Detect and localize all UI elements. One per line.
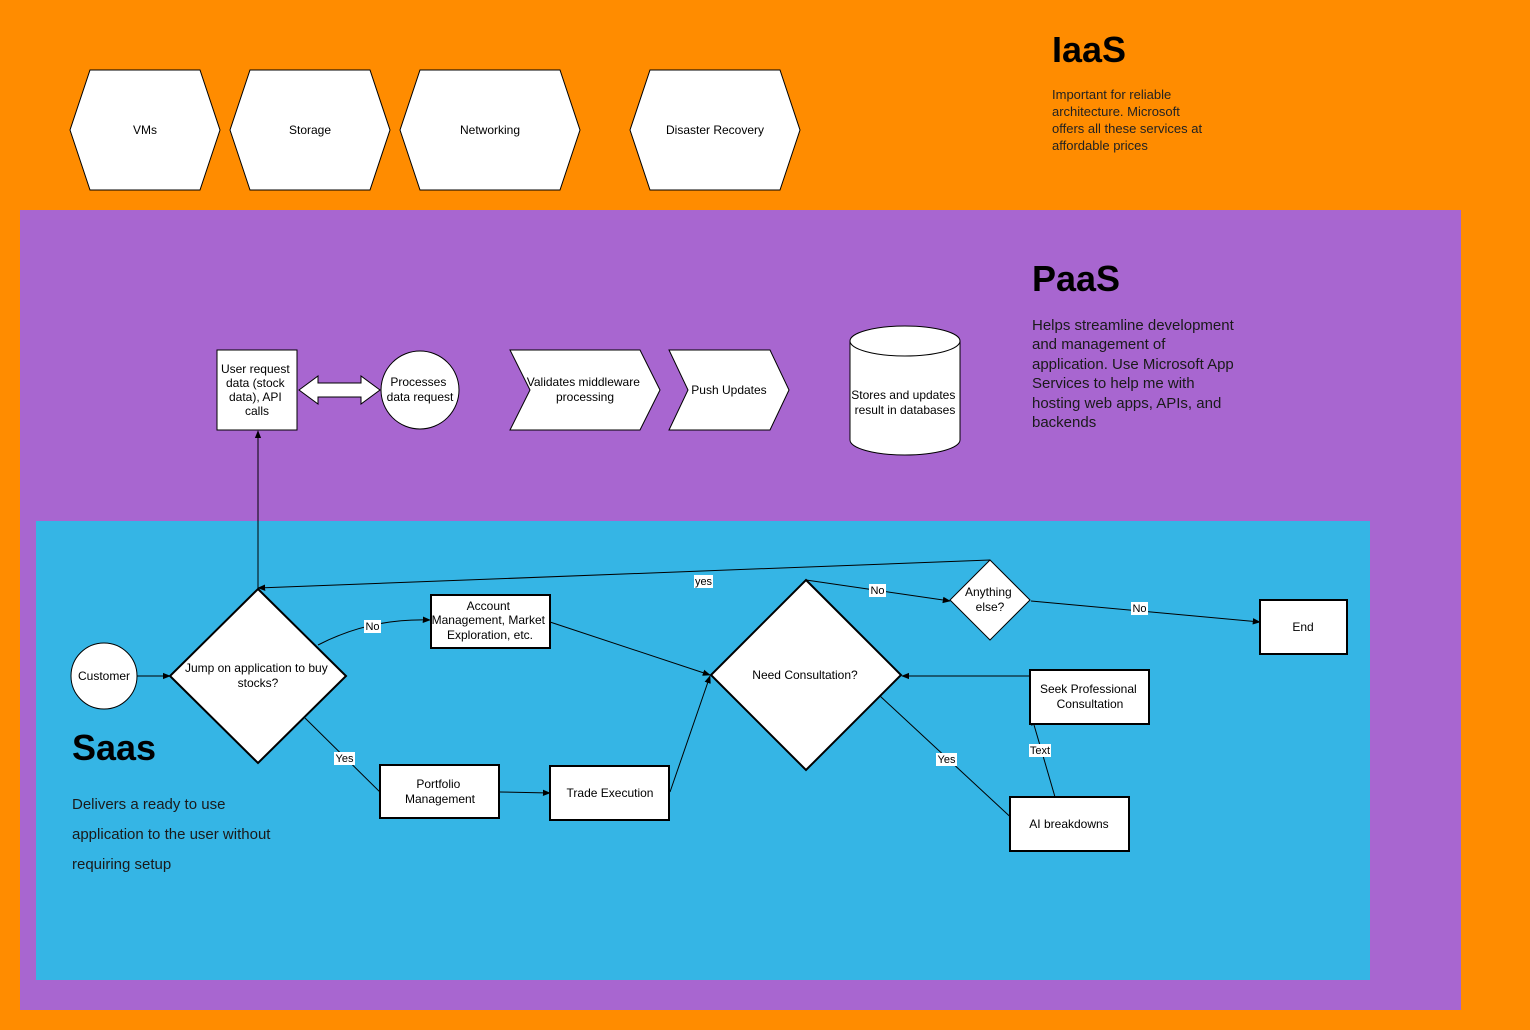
- processes-node[interactable]: Processes data request: [380, 350, 460, 430]
- double-arrow-connector: [298, 375, 381, 405]
- iaas-disaster-recovery-node[interactable]: Disaster Recovery: [629, 69, 801, 191]
- user-request-line-3: data), API: [229, 390, 282, 404]
- seek-professional-node[interactable]: Seek Professional Consultation: [1029, 669, 1150, 725]
- user-request-node[interactable]: User request data (stock data), API call…: [216, 349, 298, 431]
- account-line-3: Exploration, etc.: [447, 628, 533, 642]
- saas-connectors: [137, 430, 1261, 825]
- account-line-1: Account: [467, 599, 511, 613]
- svg-text:Text: Text: [1030, 745, 1050, 757]
- edge-ai-seekpro: [1030, 717, 1056, 798]
- database-node[interactable]: Stores and updates result in databases: [849, 325, 961, 456]
- customer-node[interactable]: Customer: [70, 642, 138, 710]
- validates-node[interactable]: Validates middleware processing: [509, 349, 661, 431]
- svg-text:Yes: Yes: [336, 753, 354, 765]
- edge-label-yes-ai: Yes: [936, 753, 957, 766]
- validates-line-2: processing: [556, 390, 614, 404]
- svg-text:Yes: Yes: [938, 754, 956, 766]
- edge-label-yes-portfolio: Yes: [334, 752, 355, 765]
- svg-text:No: No: [365, 621, 379, 633]
- database-line-1: Stores and updates: [851, 388, 955, 402]
- svg-text:Processes data request: Processes data request: [387, 375, 454, 404]
- svg-text:yes: yes: [695, 576, 713, 588]
- edge-anything-jump: [257, 559, 991, 591]
- diagram-canvas: VMs Storage Networking Disaster Recovery…: [69, 69, 1348, 852]
- processes-line-1: Processes: [390, 375, 446, 389]
- jump-decision-node[interactable]: Jump on application to buy stocks?: [168, 587, 348, 765]
- user-request-line-1: User request: [221, 362, 290, 376]
- end-label: End: [1292, 620, 1313, 634]
- edge-label-text: Text: [1029, 744, 1051, 757]
- account-line-2: Management, Market: [432, 613, 546, 627]
- edge-account-consultation: [549, 621, 711, 676]
- edge-label-no-account: No: [364, 620, 381, 633]
- iaas-networking-label: Networking: [460, 123, 520, 137]
- edge-portfolio-trade: [499, 789, 551, 797]
- portfolio-management-node[interactable]: Portfolio Management: [379, 764, 500, 819]
- jump-decision-line-2: stocks?: [238, 676, 279, 690]
- edge-label-no-anything: No: [869, 584, 886, 597]
- need-consultation-label: Need Consultation?: [752, 668, 858, 682]
- ai-breakdowns-label: AI breakdowns: [1029, 817, 1108, 831]
- svg-text:No: No: [1132, 603, 1146, 615]
- edge-label-yes-loop: yes: [694, 575, 713, 588]
- processes-line-2: data request: [387, 390, 454, 404]
- iaas-storage-label: Storage: [289, 123, 331, 137]
- iaas-disaster-recovery-label: Disaster Recovery: [666, 123, 764, 137]
- portfolio-line-2: Management: [405, 792, 476, 806]
- user-request-line-2: data (stock: [226, 376, 286, 390]
- end-node[interactable]: End: [1259, 599, 1348, 655]
- iaas-storage-node[interactable]: Storage: [229, 69, 391, 191]
- svg-text:No: No: [870, 585, 884, 597]
- edge-trade-consultation: [669, 675, 711, 793]
- anything-else-node[interactable]: Anything else?: [949, 559, 1031, 641]
- trade-execution-label: Trade Execution: [567, 786, 654, 800]
- portfolio-line-1: Portfolio: [416, 777, 460, 791]
- database-line-2: result in databases: [855, 403, 956, 417]
- svg-text:Stores and updates resul: Stores and updates result in databases: [851, 388, 958, 417]
- push-updates-node[interactable]: Push Updates: [668, 349, 790, 431]
- ai-breakdowns-node[interactable]: AI breakdowns: [1009, 796, 1130, 852]
- anything-else-line-2: else?: [976, 600, 1005, 614]
- anything-else-line-1: Anything: [965, 585, 1012, 599]
- user-request-line-4: calls: [245, 404, 269, 418]
- validates-line-1: Validates middleware: [527, 375, 640, 389]
- trade-execution-node[interactable]: Trade Execution: [549, 765, 670, 821]
- edge-label-no-end: No: [1131, 602, 1148, 615]
- push-updates-label: Push Updates: [691, 383, 766, 397]
- customer-label: Customer: [78, 669, 130, 683]
- seek-pro-line-2: Consultation: [1057, 697, 1124, 711]
- seek-pro-line-1: Seek Professional: [1040, 682, 1137, 696]
- jump-decision-line-1: Jump on application to buy: [185, 661, 328, 675]
- account-management-node[interactable]: Account Management, Market Exploration, …: [430, 594, 551, 649]
- iaas-networking-node[interactable]: Networking: [399, 69, 581, 191]
- iaas-vms-node[interactable]: VMs: [69, 69, 221, 191]
- need-consultation-node[interactable]: Need Consultation?: [709, 578, 903, 772]
- iaas-vms-label: VMs: [133, 123, 157, 137]
